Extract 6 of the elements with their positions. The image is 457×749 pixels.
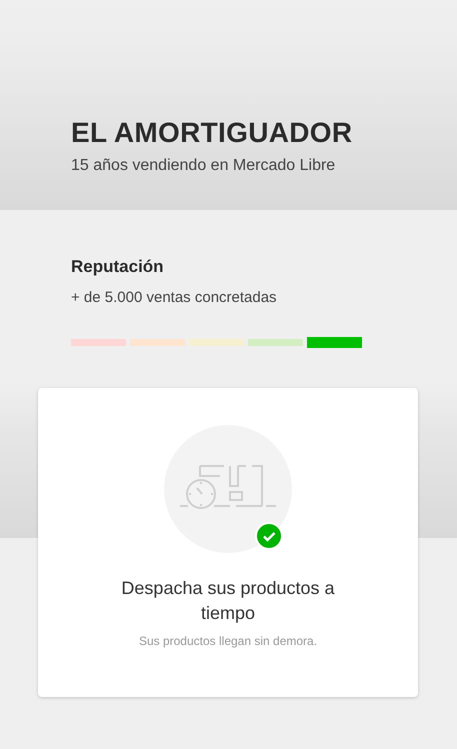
seller-name: EL AMORTIGUADOR bbox=[71, 116, 354, 150]
feature-description: Sus productos llegan sin demora. bbox=[138, 634, 318, 648]
reputation-title: Reputación bbox=[71, 257, 165, 277]
feature-title: Despacha sus productos a tiempo bbox=[120, 577, 336, 625]
sales-count: + de 5.000 ventas concretadas bbox=[71, 288, 278, 308]
seller-subtitle: 15 años vendiendo en Mercado Libre bbox=[71, 156, 336, 176]
